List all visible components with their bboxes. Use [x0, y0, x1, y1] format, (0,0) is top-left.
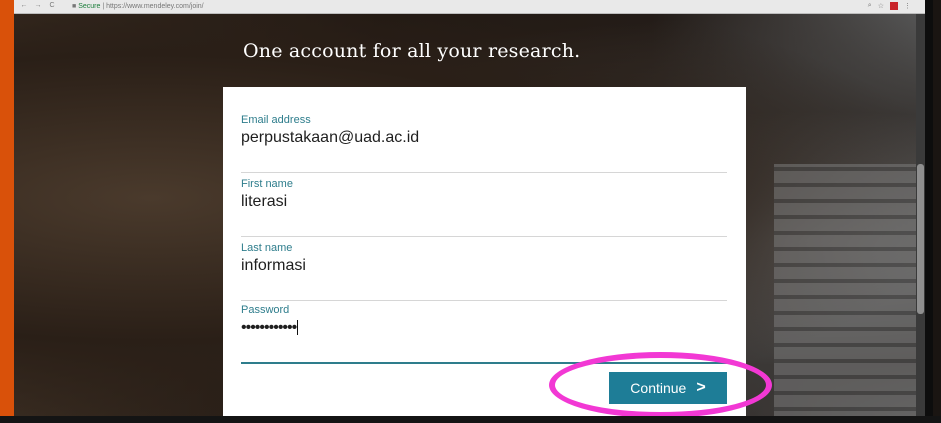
address-bar[interactable]: ■ Secure | https://www.mendeley.com/join… — [72, 2, 204, 11]
secure-label: Secure — [78, 3, 101, 10]
lock-icon: ■ — [72, 3, 77, 10]
first-name-label: First name — [241, 178, 293, 190]
menu-icon[interactable]: ⋮ — [904, 2, 911, 10]
url-text: | https://www.mendeley.com/join/ — [102, 3, 204, 10]
keyboard-photo — [774, 164, 924, 423]
bottom-border — [0, 416, 941, 423]
browser-toolbar: ← → C ■ Secure | https://www.mendeley.co… — [14, 0, 925, 14]
reload-icon[interactable]: C — [48, 2, 56, 10]
search-icon[interactable]: ⌕ — [868, 2, 872, 10]
scrollbar-thumb[interactable] — [917, 164, 924, 314]
browser-nav: ← → C — [20, 2, 56, 10]
password-input[interactable]: •••••••••••• — [241, 319, 721, 337]
screen-frame: ← → C ■ Secure | https://www.mendeley.co… — [14, 0, 933, 423]
email-field[interactable]: Email address — [241, 114, 727, 173]
page-scrollbar[interactable] — [916, 14, 925, 423]
last-name-input[interactable] — [241, 257, 721, 275]
orange-side-strip — [0, 0, 14, 423]
back-icon[interactable]: ← — [20, 2, 28, 10]
last-name-label: Last name — [241, 242, 293, 254]
highlight-ellipse — [549, 352, 772, 418]
last-name-field[interactable]: Last name — [241, 242, 727, 301]
password-mask: •••••••••••• — [241, 319, 297, 336]
text-caret — [297, 320, 299, 336]
email-label: Email address — [241, 114, 311, 126]
forward-icon[interactable]: → — [34, 2, 42, 10]
first-name-field[interactable]: First name — [241, 178, 727, 237]
email-input[interactable] — [241, 129, 721, 147]
extension-icon[interactable] — [890, 2, 898, 10]
first-name-input[interactable] — [241, 193, 721, 211]
browser-actions: ⌕ ☆ ⋮ — [868, 2, 911, 10]
star-icon[interactable]: ☆ — [878, 2, 884, 10]
page-title: One account for all your research. — [243, 40, 581, 62]
password-label: Password — [241, 304, 290, 316]
